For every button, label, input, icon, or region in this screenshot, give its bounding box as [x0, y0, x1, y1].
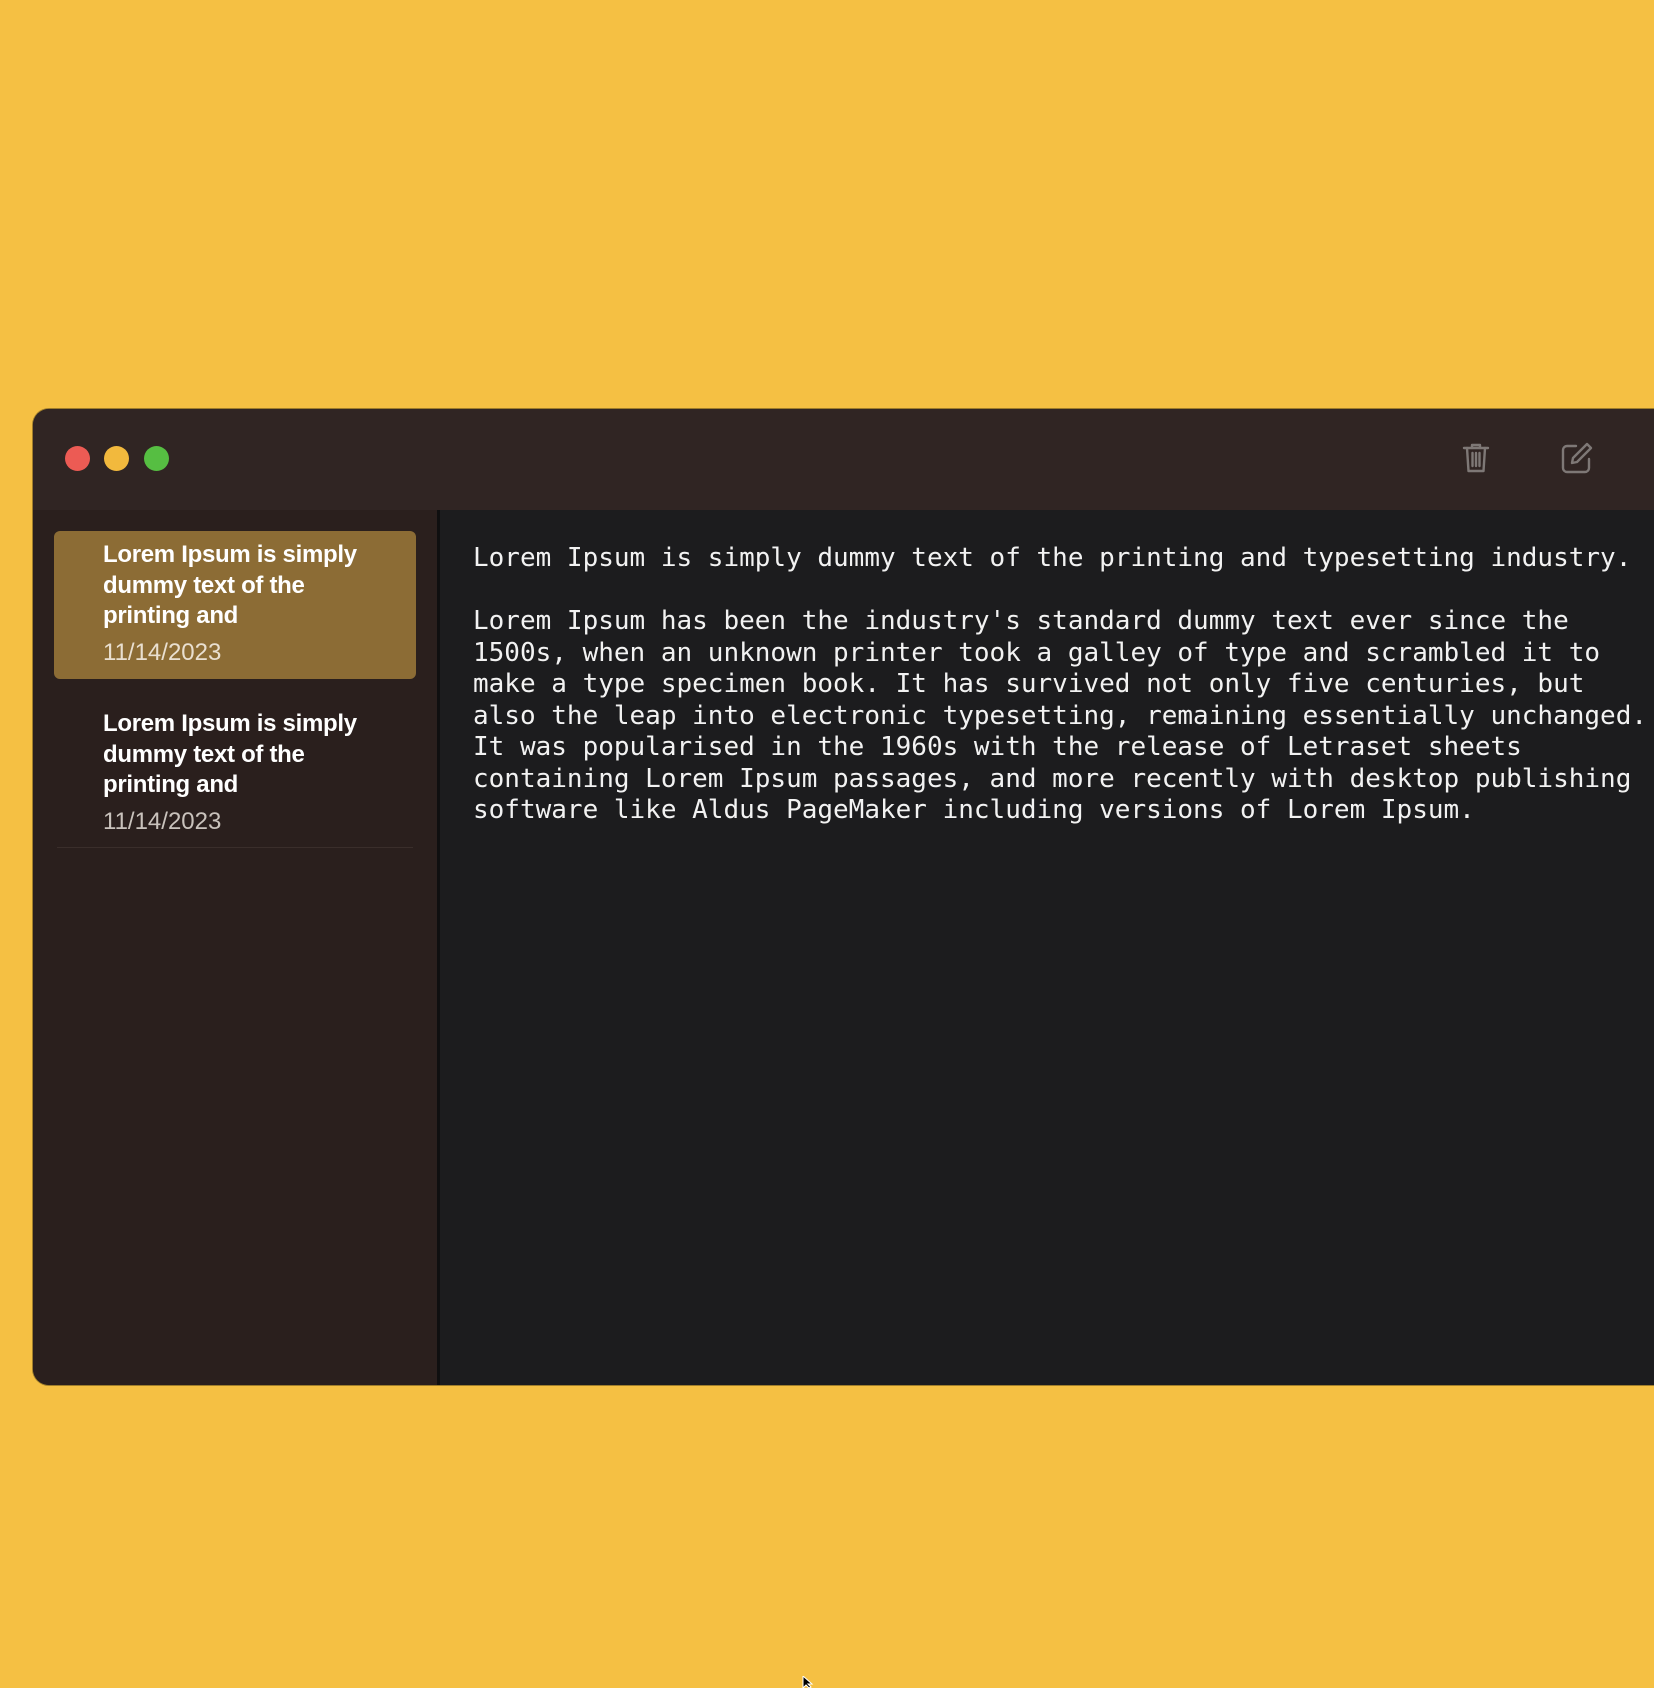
mouse-pointer-icon [802, 1676, 814, 1688]
trash-icon [1462, 443, 1490, 473]
close-button[interactable] [65, 446, 90, 471]
new-note-button[interactable] [1553, 435, 1601, 481]
zoom-button[interactable] [144, 446, 169, 471]
note-title: Lorem Ipsum is simply dummy text of the … [103, 541, 357, 629]
note-list-item[interactable]: Lorem Ipsum is simply dummy text of the … [54, 531, 416, 679]
note-date: 11/14/2023 [103, 807, 222, 835]
note-title: Lorem Ipsum is simply dummy text of the … [103, 710, 357, 798]
note-body-text[interactable]: Lorem Ipsum is simply dummy text of the … [473, 543, 1653, 827]
note-list-item[interactable]: Lorem Ipsum is simply dummy text of the … [54, 700, 416, 848]
note-editor[interactable]: Lorem Ipsum is simply dummy text of the … [440, 510, 1654, 1385]
note-divider [57, 847, 413, 848]
notes-sidebar: Lorem Ipsum is simply dummy text of the … [33, 510, 440, 1385]
delete-note-button[interactable] [1452, 435, 1500, 481]
minimize-button[interactable] [104, 446, 129, 471]
compose-icon [1561, 442, 1593, 474]
notes-window: Lorem Ipsum is simply dummy text of the … [33, 409, 1654, 1385]
note-date: 11/14/2023 [103, 638, 222, 666]
title-bar[interactable] [33, 409, 1654, 510]
